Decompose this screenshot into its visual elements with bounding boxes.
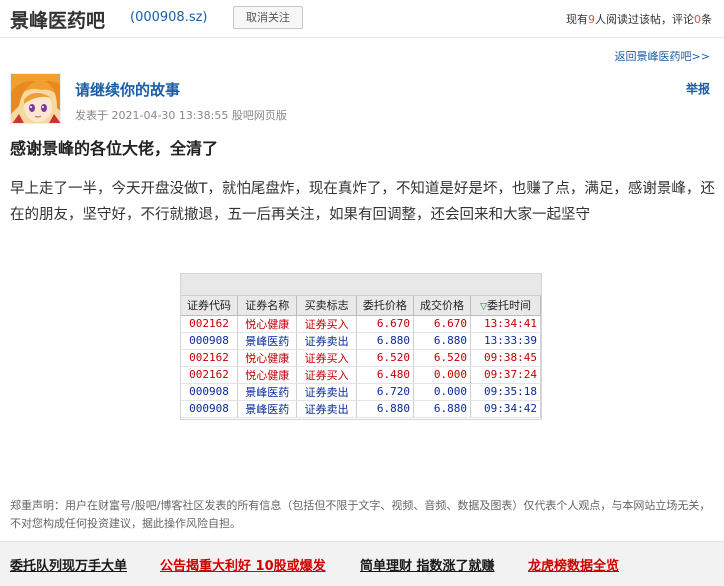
cell-time: 09:37:24 <box>470 366 541 384</box>
avatar[interactable] <box>10 73 61 124</box>
readers-info: 现有9人阅读过该帖，评论0条 <box>566 11 712 27</box>
cell-code: 002162 <box>181 366 239 384</box>
trade-table-body: 002162 悦心健康 证券买入 6.670 6.670 13:34:41 000908 景峰… <box>181 315 541 418</box>
col-time-wrap: ▽委托时间 <box>470 296 541 316</box>
table-row: 000908 景峰医药 证券卖出 6.880 6.880 13:33:39 <box>181 332 541 350</box>
table-row: 000908 景峰医药 证券卖出 6.880 6.880 09:34:42 <box>181 400 541 418</box>
sort-triangle-icon: ▽ <box>480 302 487 313</box>
cell-deal-price: 6.880 <box>413 332 472 350</box>
cell-flag: 证券卖出 <box>296 332 357 350</box>
cell-order-price: 6.720 <box>356 383 414 401</box>
cell-deal-price: 0.000 <box>413 366 472 384</box>
table-row: 000908 景峰医药 证券卖出 6.720 0.000 09:35:18 <box>181 383 541 401</box>
table-row: 002162 悦心健康 证券买入 6.670 6.670 13:34:41 <box>181 315 541 333</box>
post-title[interactable]: 请继续你的故事 <box>75 79 180 100</box>
table-row: 002162 悦心健康 证券买入 6.520 6.520 09:38:45 <box>181 349 541 367</box>
cell-time: 13:33:39 <box>470 332 541 350</box>
cell-order-price: 6.520 <box>356 349 414 367</box>
cell-time: 09:35:18 <box>470 383 541 401</box>
back-to-bar-link[interactable]: 返回景峰医药吧>> <box>615 48 710 64</box>
unfollow-button[interactable]: 取消关注 <box>233 6 303 29</box>
cell-code: 000908 <box>181 383 239 401</box>
readers-middle: 人阅读过该帖，评论 <box>595 13 694 26</box>
cell-order-price: 6.880 <box>356 332 414 350</box>
cell-flag: 证券买入 <box>296 349 357 367</box>
footer-link-1[interactable]: 委托队列现万手大单 <box>10 555 127 574</box>
disclaimer-text: 郑重声明：用户在财富号/股吧/博客社区发表的所有信息（包括但不限于文字、视频、音… <box>10 499 711 530</box>
post-headline: 感谢景峰的各位大佬，全清了 <box>10 139 219 158</box>
col-time: 委托时间 <box>486 299 531 313</box>
trade-table: 证券代码 证券名称 买卖标志 委托价格 成交价格 ▽委托时间 002162 悦心健… <box>181 296 541 418</box>
cell-name: 景峰医药 <box>237 383 298 401</box>
col-code: 证券代码 <box>181 296 239 316</box>
cell-deal-price: 6.670 <box>413 315 472 333</box>
footer-link-4[interactable]: 龙虎榜数据全览 <box>528 555 619 574</box>
cell-flag: 证券卖出 <box>296 383 357 401</box>
footer-link-3[interactable]: 简单理财 指数涨了就赚 <box>360 555 495 574</box>
anime-avatar-image <box>11 74 60 123</box>
trade-table-header: 证券代码 证券名称 买卖标志 委托价格 成交价格 ▽委托时间 <box>181 296 541 316</box>
readers-prefix: 现有 <box>566 13 588 26</box>
cell-code: 000908 <box>181 332 239 350</box>
footer-links: 委托队列现万手大单 公告揭重大利好 10股或爆发 简单理财 指数涨了就赚 龙虎榜… <box>0 541 724 586</box>
report-button[interactable]: 举报 <box>686 80 710 97</box>
cell-name: 悦心健康 <box>237 366 298 384</box>
readers-suffix: 条 <box>701 13 712 26</box>
post-meta: 发表于 2021-04-30 13:38:55 股吧网页版 <box>75 109 287 122</box>
col-order-price: 委托价格 <box>356 296 414 316</box>
cell-name: 悦心健康 <box>237 315 298 333</box>
cell-deal-price: 6.880 <box>413 400 472 418</box>
cell-code: 000908 <box>181 400 239 418</box>
cell-name: 悦心健康 <box>237 349 298 367</box>
stock-code-link[interactable]: (000908.sz) <box>130 10 208 25</box>
cell-time: 13:34:41 <box>470 315 541 333</box>
table-row: 002162 悦心健康 证券买入 6.480 0.000 09:37:24 <box>181 366 541 384</box>
cell-deal-price: 6.520 <box>413 349 472 367</box>
bar-name[interactable]: 景峰医药吧 <box>10 6 105 33</box>
cell-name: 景峰医药 <box>237 332 298 350</box>
cell-order-price: 6.670 <box>356 315 414 333</box>
cell-deal-price: 0.000 <box>413 383 472 401</box>
cell-code: 002162 <box>181 315 239 333</box>
col-deal-price: 成交价格 <box>413 296 472 316</box>
cell-time: 09:38:45 <box>470 349 541 367</box>
col-flag: 买卖标志 <box>296 296 357 316</box>
col-name: 证券名称 <box>237 296 298 316</box>
cell-code: 002162 <box>181 349 239 367</box>
readers-count: 9 <box>588 13 595 26</box>
page-header: 景峰医药吧 (000908.sz) 取消关注 现有9人阅读过该帖，评论0条 <box>0 0 724 38</box>
cell-flag: 证券卖出 <box>296 400 357 418</box>
cell-time: 09:34:42 <box>470 400 541 418</box>
footer-link-2[interactable]: 公告揭重大利好 10股或爆发 <box>160 555 326 574</box>
cell-flag: 证券买入 <box>296 366 357 384</box>
cell-order-price: 6.880 <box>356 400 414 418</box>
trade-screenshot: 证券代码 证券名称 买卖标志 委托价格 成交价格 ▽委托时间 002162 悦心健… <box>180 273 542 420</box>
cell-order-price: 6.480 <box>356 366 414 384</box>
cell-name: 景峰医药 <box>237 400 298 418</box>
screenshot-top-strip <box>181 274 541 296</box>
post-body: 早上走了一半，今天开盘没做T，就怕尾盘炸，现在真炸了，不知道是好是坏，也赚了点，… <box>10 181 715 223</box>
comment-count: 0 <box>694 13 701 26</box>
cell-flag: 证券买入 <box>296 315 357 333</box>
